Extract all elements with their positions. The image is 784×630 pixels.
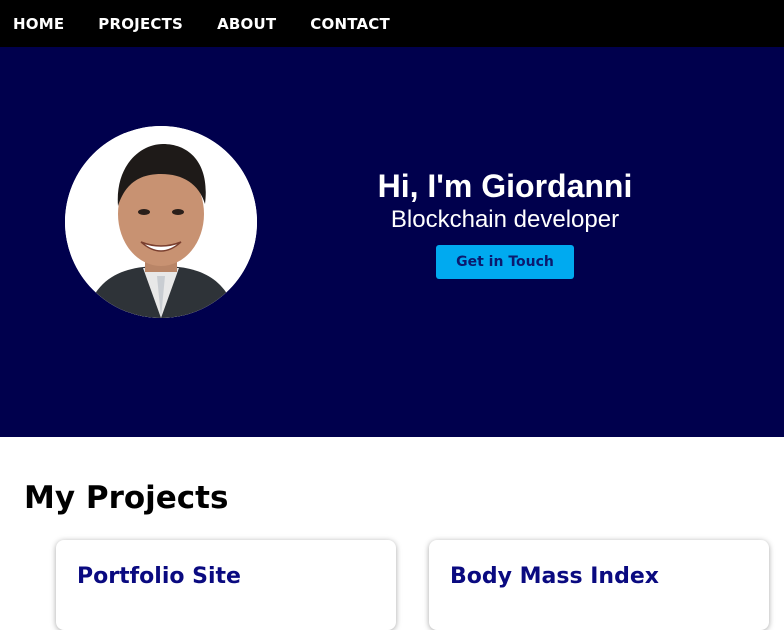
project-card[interactable]: Body Mass Index: [429, 540, 769, 630]
hero-subtitle: Blockchain developer: [390, 206, 620, 233]
hero-title: Hi, I'm Giordanni: [377, 168, 633, 204]
hero-text-block: Hi, I'm Giordanni Blockchain developer G…: [305, 167, 705, 279]
nav-home-link[interactable]: HOME: [13, 15, 64, 33]
avatar: [65, 126, 257, 318]
project-card-title: Body Mass Index: [450, 564, 659, 589]
nav-projects-link[interactable]: PROJECTS: [98, 15, 183, 33]
nav-about-link[interactable]: ABOUT: [217, 15, 276, 33]
get-in-touch-button[interactable]: Get in Touch: [436, 245, 574, 279]
nav-contact-link[interactable]: CONTACT: [310, 15, 390, 33]
hero-section: Hi, I'm Giordanni Blockchain developer G…: [0, 47, 784, 437]
project-card[interactable]: Portfolio Site: [56, 540, 396, 630]
project-card-title: Portfolio Site: [77, 564, 241, 589]
avatar-photo: [65, 126, 257, 318]
projects-heading: My Projects: [24, 480, 229, 516]
top-nav: HOME PROJECTS ABOUT CONTACT: [0, 0, 784, 47]
